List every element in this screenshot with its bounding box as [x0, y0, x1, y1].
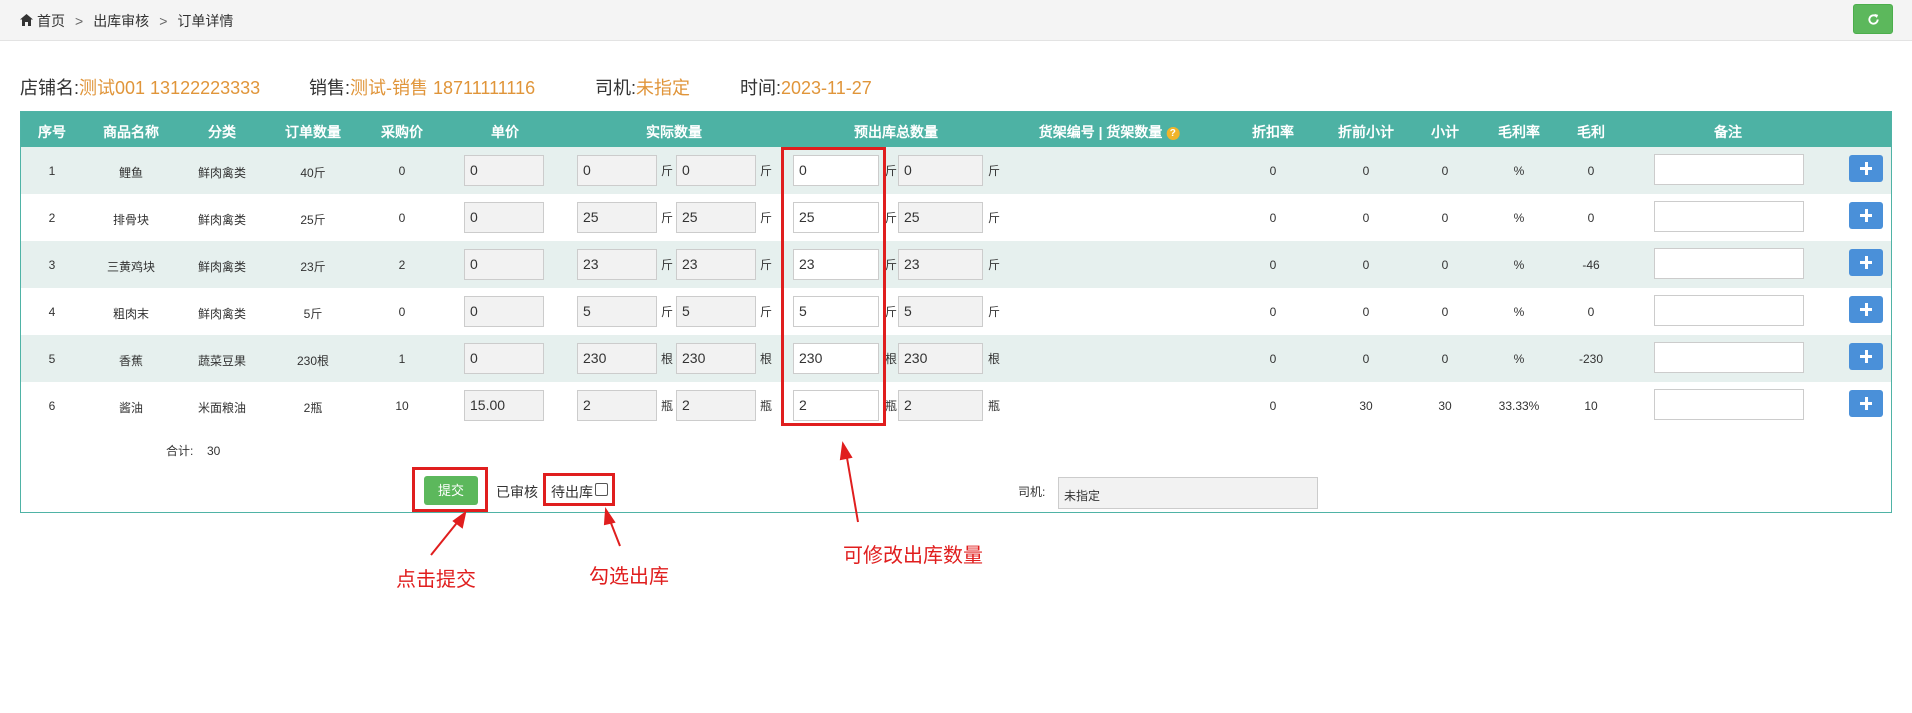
arrow-submit — [430, 518, 461, 556]
arrow-modify-qty — [845, 451, 859, 523]
annotation-modify-note: 可修改出库数量 — [843, 545, 983, 567]
annotation-check-note: 勾选出库 — [589, 566, 669, 588]
annotation-submit-note: 点击提交 — [396, 569, 476, 591]
arrow-head-checkbox — [603, 507, 616, 526]
annotation-arrows — [430, 441, 859, 556]
arrow-head-modify-qty — [839, 441, 853, 461]
